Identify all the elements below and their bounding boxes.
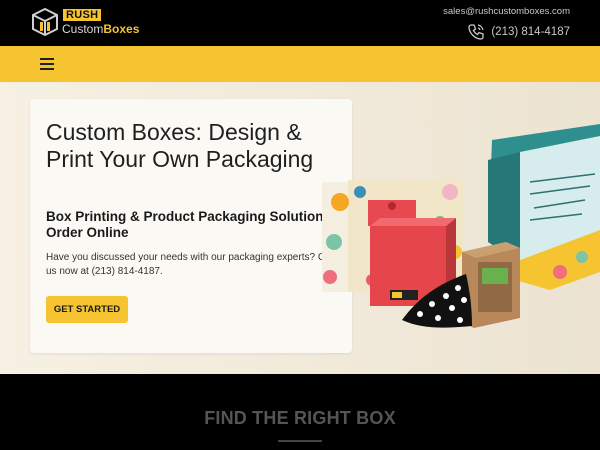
cube-logo-icon bbox=[32, 8, 58, 36]
section-divider bbox=[278, 440, 322, 442]
hero-subtitle: Box Printing & Product Packaging Solutio… bbox=[46, 209, 336, 240]
brand-rush: RUSH bbox=[63, 9, 102, 21]
phone-icon bbox=[468, 24, 484, 40]
brand-custom: Custom bbox=[62, 22, 104, 36]
nav-bar bbox=[0, 46, 600, 82]
get-started-button[interactable]: GET STARTED bbox=[46, 296, 128, 323]
section-title: FIND THE RIGHT BOX bbox=[204, 408, 396, 428]
brand-logo[interactable]: RUSH CustomBoxes bbox=[32, 7, 152, 39]
hero-text: Have you discussed your needs with our p… bbox=[46, 252, 336, 277]
contact-phone[interactable]: (213) 814-4187 bbox=[467, 23, 570, 41]
top-bar: RUSH CustomBoxes sales@rushcustomboxes.c… bbox=[0, 0, 600, 46]
packaging-boxes-image bbox=[322, 124, 600, 328]
hamburger-menu-icon[interactable] bbox=[40, 58, 54, 70]
hero-card: Custom Boxes: Design & Print Your Own Pa… bbox=[30, 99, 352, 353]
contact-email[interactable]: sales@rushcustomboxes.com bbox=[443, 6, 570, 17]
find-box-section: FIND THE RIGHT BOX bbox=[0, 374, 600, 450]
hero-section: Custom Boxes: Design & Print Your Own Pa… bbox=[0, 82, 600, 374]
hero-title: Custom Boxes: Design & Print Your Own Pa… bbox=[46, 119, 314, 172]
brand-name: CustomBoxes bbox=[62, 22, 139, 36]
phone-number: (213) 814-4187 bbox=[491, 26, 570, 38]
brand-boxes: Boxes bbox=[103, 22, 140, 36]
